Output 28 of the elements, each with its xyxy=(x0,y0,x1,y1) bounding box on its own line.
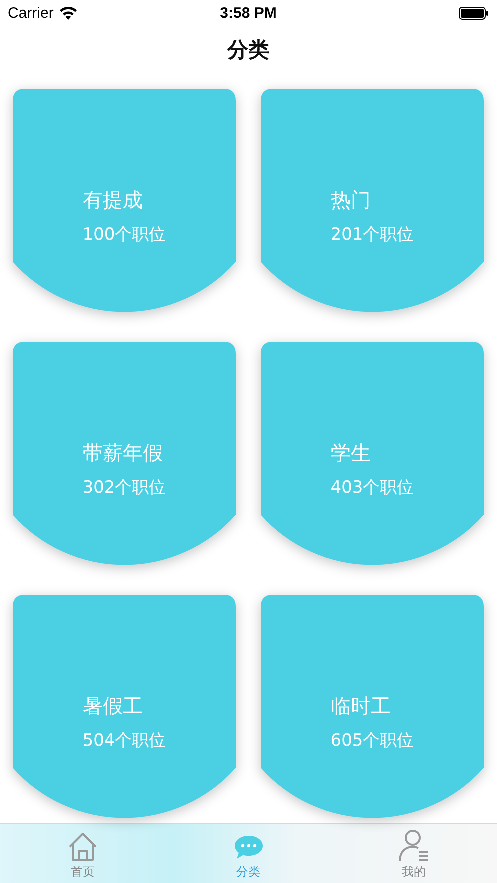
category-title: 暑假工 xyxy=(82,693,144,720)
profile-icon xyxy=(399,830,430,862)
job-count: 100个职位 xyxy=(82,224,166,246)
category-title: 学生 xyxy=(330,440,372,467)
category-title: 热门 xyxy=(330,187,372,214)
tab-item[interactable]: 我的 xyxy=(331,824,497,883)
card-background[interactable] xyxy=(13,595,236,818)
card-background[interactable] xyxy=(261,342,484,565)
category-title: 临时工 xyxy=(330,693,392,720)
clock-time: 3:58 PM xyxy=(220,4,277,22)
card-background[interactable] xyxy=(261,595,484,818)
job-count: 504个职位 xyxy=(82,730,166,752)
wifi-icon xyxy=(60,6,77,20)
tab-item[interactable]: 分类 xyxy=(166,824,332,883)
category-title: 有提成 xyxy=(82,187,144,214)
category-title: 带薪年假 xyxy=(82,440,164,467)
page-title: 分类 xyxy=(228,37,270,64)
card-background[interactable] xyxy=(13,89,236,312)
carrier-label: Carrier xyxy=(8,4,54,22)
home-icon xyxy=(68,832,98,862)
job-count: 605个职位 xyxy=(330,730,414,752)
job-count: 302个职位 xyxy=(82,477,166,499)
battery-icon xyxy=(459,6,490,20)
job-count: 403个职位 xyxy=(330,477,414,499)
tab-item[interactable]: 首页 xyxy=(0,824,166,883)
job-count: 201个职位 xyxy=(330,224,414,246)
card-background[interactable] xyxy=(261,89,484,312)
card-background[interactable] xyxy=(13,342,236,565)
